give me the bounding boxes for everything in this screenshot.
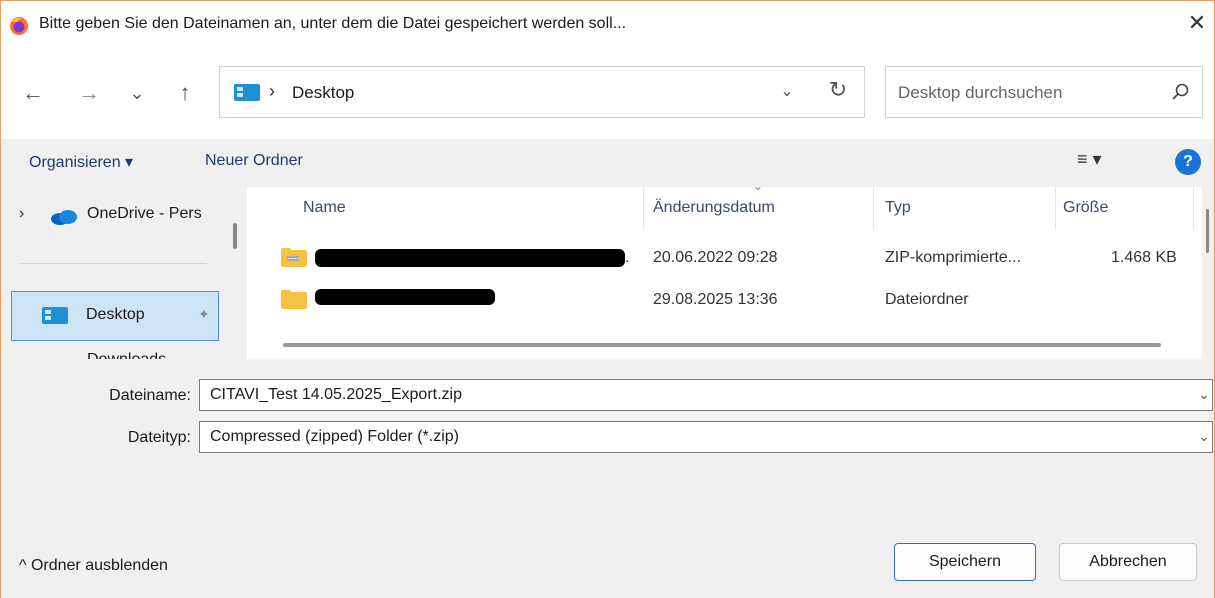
pin-icon[interactable]: ✦ <box>198 306 210 323</box>
desktop-folder-icon <box>42 307 68 324</box>
hide-folders-button[interactable]: ^ Ordner ausblenden <box>19 557 168 575</box>
sidebar-item-desktop[interactable]: Desktop ✦ <box>11 291 219 341</box>
chevron-down-icon[interactable]: ⌄ <box>1198 386 1210 403</box>
recent-locations-chevron-icon[interactable]: ⌄ <box>123 79 151 107</box>
column-divider[interactable] <box>1193 187 1194 229</box>
redacted-filename <box>315 289 495 305</box>
filename-value: CITAVI_Test 14.05.2025_Export.zip <box>210 386 462 403</box>
onedrive-cloud-icon <box>51 210 77 225</box>
dialog-footer: ^ Ordner ausblenden Speichern Abbrechen <box>1 521 1214 598</box>
organize-menu-button[interactable]: Organisieren ▾ <box>29 152 133 172</box>
filename-field[interactable]: CITAVI_Test 14.05.2025_Export.zip ⌄ <box>199 379 1213 411</box>
forward-arrow-icon[interactable]: → <box>75 79 103 107</box>
file-type: ZIP-komprimierte... <box>885 249 1022 266</box>
save-form: Dateiname: CITAVI_Test 14.05.2025_Export… <box>1 359 1214 521</box>
address-bar[interactable]: › Desktop ⌄ ↻ <box>219 66 865 118</box>
filetype-select[interactable]: Compressed (zipped) Folder (*.zip) ⌄ <box>199 421 1213 453</box>
chevron-down-icon[interactable]: ⌄ <box>1198 428 1210 445</box>
sidebar-item-label: Downloads <box>87 351 166 359</box>
sort-indicator-icon: ⌄ <box>753 187 763 193</box>
file-size: 1.468 KB <box>1111 249 1177 266</box>
filetype-value: Compressed (zipped) Folder (*.zip) <box>210 428 459 445</box>
filename-label: Dateiname: <box>109 387 191 404</box>
column-header-date[interactable]: Änderungsdatum <box>653 199 775 217</box>
table-row[interactable]: 29.08.2025 13:36 Dateiordner <box>247 281 1202 321</box>
new-folder-button[interactable]: Neuer Ordner <box>205 152 303 170</box>
file-type: Dateiordner <box>885 291 969 308</box>
dialog-title: Bitte geben Sie den Dateinamen an, unter… <box>39 15 627 32</box>
zip-folder-icon <box>281 248 307 267</box>
column-divider[interactable] <box>1055 187 1056 229</box>
back-arrow-icon[interactable]: ← <box>19 79 47 107</box>
search-icon <box>1172 83 1189 100</box>
vertical-scrollbar[interactable] <box>1202 187 1214 359</box>
file-list: ⌄ Name Änderungsdatum Typ Größe . 20.06.… <box>247 187 1202 359</box>
close-icon[interactable]: ✕ <box>1183 9 1211 37</box>
column-header-name[interactable]: Name <box>303 199 346 217</box>
table-row[interactable]: . 20.06.2022 09:28 ZIP-komprimierte... 1… <box>247 239 1202 279</box>
breadcrumb-desktop[interactable]: Desktop <box>292 83 354 103</box>
column-header-type[interactable]: Typ <box>885 199 911 217</box>
scrollbar-thumb[interactable] <box>1206 209 1209 253</box>
column-header-size[interactable]: Größe <box>1063 199 1108 217</box>
navpane-scrollbar[interactable] <box>233 223 237 249</box>
sidebar-divider <box>21 263 207 264</box>
cancel-button[interactable]: Abbrechen <box>1059 543 1197 581</box>
file-date: 29.08.2025 13:36 <box>653 291 778 308</box>
search-input[interactable]: Desktop durchsuchen <box>885 66 1203 118</box>
save-button[interactable]: Speichern <box>894 543 1036 581</box>
sidebar-item-label: Desktop <box>86 306 145 323</box>
help-icon[interactable]: ? <box>1175 149 1201 175</box>
address-dropdown-icon[interactable]: ⌄ <box>777 81 797 101</box>
file-date: 20.06.2022 09:28 <box>653 249 778 266</box>
sidebar-item-downloads[interactable]: Downloads <box>1 351 223 359</box>
up-arrow-icon[interactable]: ↑ <box>171 79 199 107</box>
redacted-filename <box>315 249 625 267</box>
file-name-suffix: . <box>625 249 630 266</box>
search-placeholder: Desktop durchsuchen <box>898 83 1063 102</box>
folder-icon <box>281 290 307 309</box>
navigation-bar: ← → ⌄ ↑ › Desktop ⌄ ↻ Desktop durchsuche… <box>1 45 1214 139</box>
title-bar: Bitte geben Sie den Dateinamen an, unter… <box>1 1 1214 45</box>
column-divider[interactable] <box>643 187 644 229</box>
sidebar-item-label: OneDrive - Pers <box>87 205 202 222</box>
navigation-pane: › OneDrive - Pers Desktop ✦ Downloads <box>1 187 223 359</box>
command-toolbar: Organisieren ▾ Neuer Ordner ≡ ▾ ? <box>1 139 1214 187</box>
desktop-folder-icon <box>234 84 260 101</box>
horizontal-scrollbar[interactable] <box>283 343 1161 347</box>
breadcrumb-separator: › <box>269 81 275 101</box>
expand-chevron-icon[interactable]: › <box>19 205 24 223</box>
view-options-icon[interactable]: ≡ ▾ <box>1077 149 1102 170</box>
column-divider[interactable] <box>873 187 874 229</box>
filetype-label: Dateityp: <box>127 429 191 446</box>
refresh-icon[interactable]: ↻ <box>826 77 850 103</box>
save-file-dialog: Bitte geben Sie den Dateinamen an, unter… <box>0 0 1215 598</box>
sidebar-item-onedrive[interactable]: › OneDrive - Pers <box>1 193 223 233</box>
firefox-icon <box>10 17 28 35</box>
